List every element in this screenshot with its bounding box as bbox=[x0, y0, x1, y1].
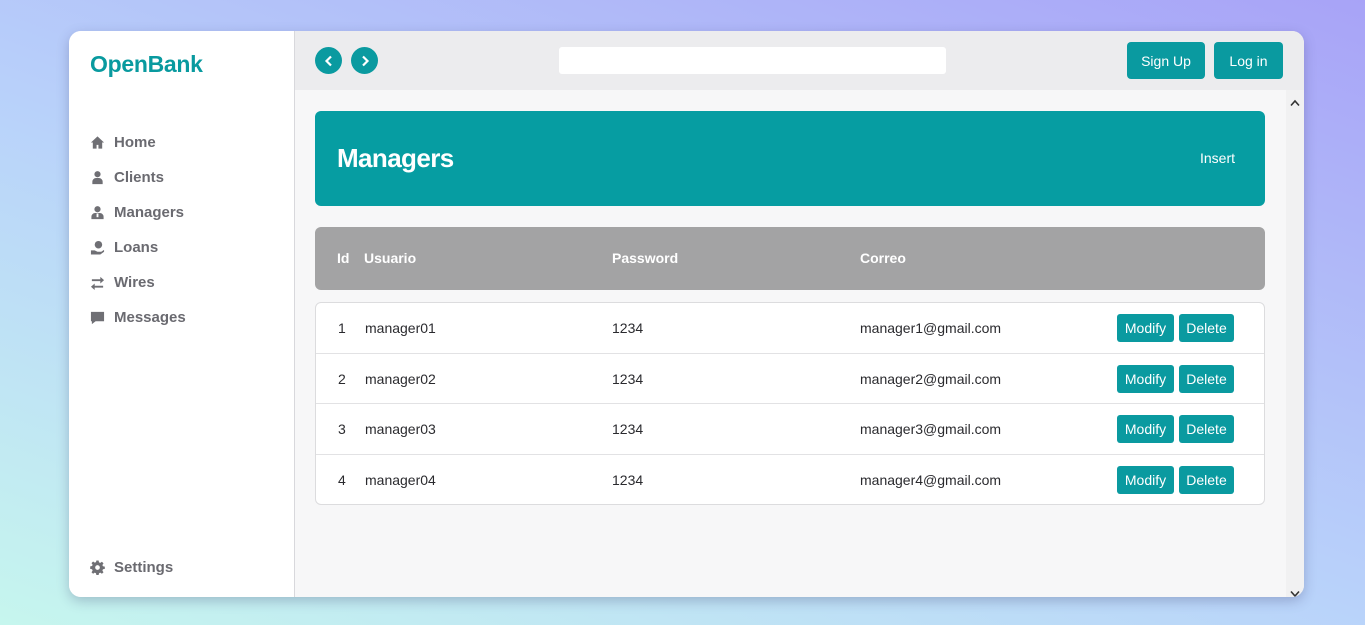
sidebar-item-settings[interactable]: Settings bbox=[90, 550, 173, 585]
cell-id: 3 bbox=[338, 421, 346, 437]
cell-password: 1234 bbox=[612, 320, 644, 336]
back-button[interactable] bbox=[315, 47, 342, 74]
forward-button[interactable] bbox=[351, 47, 378, 74]
chevron-right-icon bbox=[361, 55, 369, 66]
delete-button[interactable]: Delete bbox=[1179, 415, 1234, 443]
table-header: Id Usuario Password Correo bbox=[315, 227, 1265, 290]
cell-id: 1 bbox=[338, 320, 346, 336]
loan-hand-icon bbox=[90, 240, 114, 256]
sidebar-item-messages[interactable]: Messages bbox=[90, 300, 186, 335]
sidebar-item-label: Messages bbox=[114, 309, 186, 326]
scroll-up-icon[interactable] bbox=[1290, 94, 1300, 107]
signup-button[interactable]: Sign Up bbox=[1127, 42, 1205, 79]
sidebar-item-home[interactable]: Home bbox=[90, 125, 186, 160]
modify-button[interactable]: Modify bbox=[1117, 415, 1174, 443]
search-input[interactable] bbox=[559, 47, 946, 74]
cell-email: manager1@gmail.com bbox=[860, 320, 1002, 336]
sidebar-item-label: Managers bbox=[114, 204, 185, 221]
page-title: Managers bbox=[337, 143, 454, 173]
delete-button[interactable]: Delete bbox=[1179, 314, 1234, 342]
insert-button[interactable]: Insert bbox=[1200, 150, 1235, 166]
delete-button[interactable]: Delete bbox=[1179, 364, 1234, 393]
brand-logo[interactable]: OpenBank bbox=[90, 51, 203, 78]
cell-user: manager03 bbox=[365, 421, 436, 437]
chevron-left-icon bbox=[324, 55, 332, 66]
topbar: Sign Up Log in bbox=[295, 31, 1304, 90]
column-header-user: Usuario bbox=[364, 250, 417, 266]
cell-user: manager02 bbox=[365, 370, 436, 387]
cell-password: 1234 bbox=[612, 370, 644, 387]
table-row: 2 manager02 1234 manager2@gmail.com Modi… bbox=[316, 354, 1264, 404]
column-header-id: Id bbox=[337, 250, 350, 266]
vertical-scrollbar[interactable] bbox=[1286, 90, 1304, 597]
cell-user: manager04 bbox=[365, 471, 436, 488]
sidebar-item-label: Wires bbox=[114, 274, 155, 291]
table-row: 3 manager03 1234 manager3@gmail.com Modi… bbox=[316, 404, 1264, 455]
modify-button[interactable]: Modify bbox=[1117, 465, 1174, 494]
sidebar-item-label: Settings bbox=[114, 559, 174, 576]
sidebar: OpenBank Home Clients Managers Loans Wir… bbox=[69, 31, 295, 597]
scroll-down-icon[interactable] bbox=[1290, 585, 1300, 597]
cell-user: manager01 bbox=[365, 320, 436, 336]
manager-icon bbox=[90, 205, 114, 221]
sidebar-nav: Home Clients Managers Loans Wires Messag… bbox=[90, 125, 186, 335]
cell-password: 1234 bbox=[612, 421, 644, 437]
delete-button[interactable]: Delete bbox=[1179, 465, 1234, 494]
cell-id: 4 bbox=[338, 471, 346, 488]
table-row: 1 manager01 1234 manager1@gmail.com Modi… bbox=[316, 303, 1264, 354]
sidebar-item-label: Home bbox=[114, 134, 156, 151]
person-icon bbox=[90, 170, 114, 186]
table-body: 1 manager01 1234 manager1@gmail.com Modi… bbox=[315, 302, 1265, 505]
message-icon bbox=[90, 310, 114, 326]
sidebar-item-wires[interactable]: Wires bbox=[90, 265, 186, 300]
cell-id: 2 bbox=[338, 370, 346, 387]
sidebar-item-label: Loans bbox=[114, 239, 159, 256]
gear-icon bbox=[90, 560, 114, 576]
sidebar-item-label: Clients bbox=[114, 169, 165, 186]
modify-button[interactable]: Modify bbox=[1117, 314, 1174, 342]
transfer-arrows-icon bbox=[90, 275, 114, 291]
table-row: 4 manager04 1234 manager4@gmail.com Modi… bbox=[316, 455, 1264, 505]
modify-button[interactable]: Modify bbox=[1117, 364, 1174, 393]
sidebar-item-managers[interactable]: Managers bbox=[90, 195, 186, 230]
sidebar-item-loans[interactable]: Loans bbox=[90, 230, 186, 265]
page-header-banner: Managers Insert bbox=[315, 111, 1265, 206]
cell-email: manager3@gmail.com bbox=[860, 421, 1002, 437]
sidebar-item-clients[interactable]: Clients bbox=[90, 160, 186, 195]
column-header-email: Correo bbox=[860, 250, 906, 266]
cell-email: manager4@gmail.com bbox=[860, 471, 1002, 488]
cell-password: 1234 bbox=[612, 471, 644, 488]
home-icon bbox=[90, 135, 114, 151]
column-header-password: Password bbox=[612, 250, 679, 266]
main-content: Sign Up Log in Managers Insert Id Usuari… bbox=[295, 31, 1304, 597]
cell-email: manager2@gmail.com bbox=[860, 370, 1002, 387]
app-window: OpenBank Home Clients Managers Loans Wir… bbox=[69, 31, 1304, 597]
login-button[interactable]: Log in bbox=[1214, 42, 1283, 79]
